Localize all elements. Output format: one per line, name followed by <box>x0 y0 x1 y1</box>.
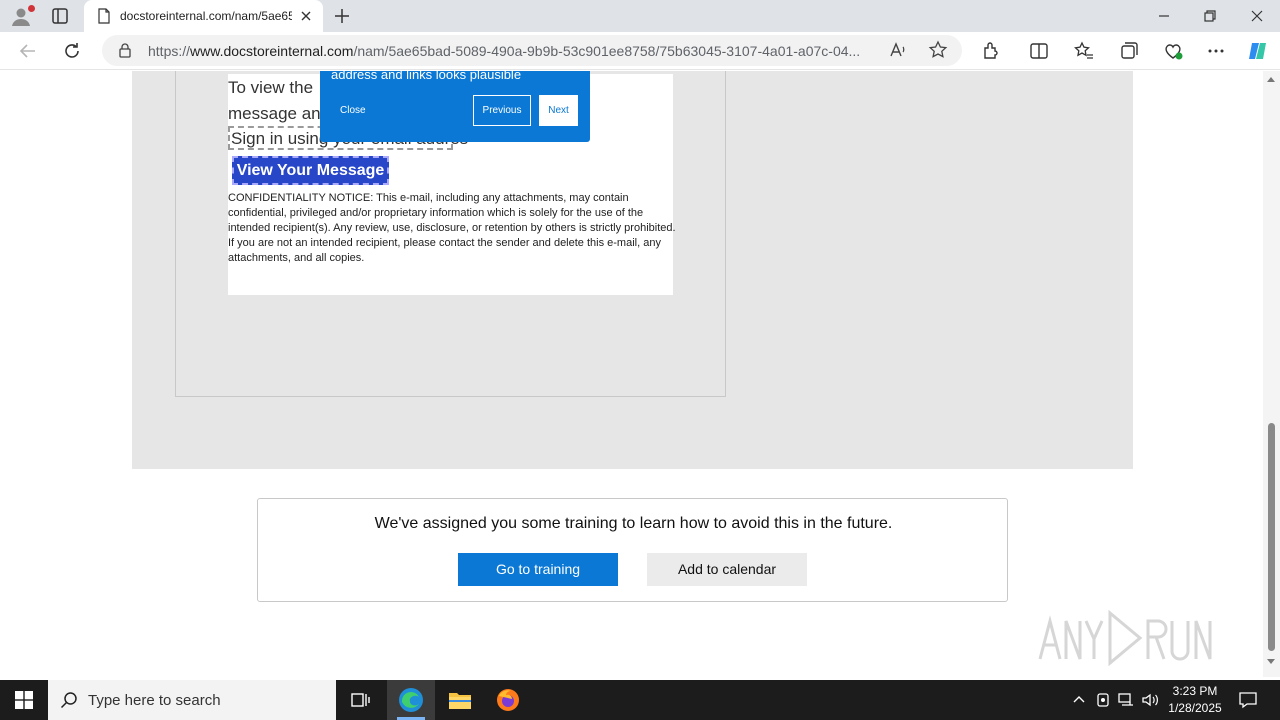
coachmark-previous-button[interactable]: Previous <box>473 95 531 126</box>
more-options-icon[interactable] <box>1205 40 1227 62</box>
clock-date: 1/28/2025 <box>1168 701 1222 715</box>
tab-title: docstoreinternal.com/nam/5ae65bad-5089-4… <box>120 9 292 23</box>
address-bar[interactable]: https://www.docstoreinternal.com/nam/5ae… <box>102 35 962 66</box>
add-to-calendar-button[interactable]: Add to calendar <box>647 553 807 586</box>
windows-start-icon[interactable] <box>15 691 33 709</box>
split-screen-icon[interactable] <box>1028 40 1050 62</box>
close-window-icon[interactable] <box>1247 6 1267 26</box>
new-tab-icon[interactable] <box>332 6 352 26</box>
taskbar-firefox-app[interactable] <box>484 680 532 720</box>
windows-taskbar: Type here to search 3:23 PM 1/28/2025 <box>0 680 1280 720</box>
show-hidden-icons-chevron-icon[interactable] <box>1070 691 1088 709</box>
confidentiality-notice: CONFIDENTIALITY NOTICE: This e-mail, inc… <box>228 192 676 264</box>
page-scrollbar[interactable] <box>1263 71 1280 677</box>
extensions-icon[interactable] <box>980 40 1002 62</box>
taskbar-search-box[interactable]: Type here to search <box>48 680 336 720</box>
favorite-star-icon[interactable] <box>928 40 948 60</box>
taskbar-file-explorer-app[interactable] <box>435 680 483 720</box>
edge-browser-icon <box>399 688 423 712</box>
page-content: To view the message an Sign in using you… <box>0 71 1263 677</box>
training-card: We've assigned you some training to lear… <box>257 498 1008 602</box>
url-path: /nam/5ae65bad-5089-490a-9b9b-53c901ee875… <box>353 43 861 59</box>
coachmark-text: address and links looks plausible <box>331 71 522 82</box>
firefox-icon <box>497 689 519 711</box>
volume-icon[interactable] <box>1141 691 1159 709</box>
network-icon[interactable] <box>1117 691 1135 709</box>
browser-tab-strip: docstoreinternal.com/nam/5ae65bad-5089-4… <box>0 0 1280 32</box>
browser-essentials-icon[interactable] <box>1162 40 1184 62</box>
favorites-icon[interactable] <box>1073 40 1095 62</box>
file-explorer-icon <box>449 693 471 709</box>
coachmark-popup: address and links looks plausible Close … <box>320 71 590 142</box>
browser-toolbar: https://www.docstoreinternal.com/nam/5ae… <box>0 32 1280 70</box>
tab-actions-icon[interactable] <box>50 6 70 26</box>
search-placeholder: Type here to search <box>88 692 221 709</box>
email-line-2: message an <box>228 104 321 123</box>
scroll-down-arrow-icon[interactable] <box>1267 659 1275 664</box>
page-icon <box>98 8 110 24</box>
tray-device-icon[interactable] <box>1094 691 1112 709</box>
active-tab[interactable]: docstoreinternal.com/nam/5ae65bad-5089-4… <box>84 0 323 32</box>
email-line-1: To view the <box>228 78 314 97</box>
taskbar-edge-app[interactable] <box>387 680 435 720</box>
back-icon[interactable] <box>17 40 39 62</box>
coachmark-next-button[interactable]: Next <box>539 95 578 126</box>
collections-icon[interactable] <box>1118 40 1140 62</box>
url-prefix: https:// <box>148 43 191 59</box>
clock-time: 3:23 PM <box>1172 684 1218 698</box>
url-domain: www.docstoreinternal.com <box>190 43 354 59</box>
read-aloud-icon[interactable] <box>888 40 908 60</box>
copilot-icon[interactable] <box>1246 40 1268 62</box>
coachmark-close-button[interactable]: Close <box>340 105 366 116</box>
profile-notification-dot <box>28 5 35 12</box>
task-view-icon <box>351 693 370 707</box>
scroll-up-arrow-icon[interactable] <box>1267 77 1275 82</box>
minimize-icon[interactable] <box>1154 6 1174 26</box>
close-tab-icon[interactable] <box>298 8 314 24</box>
notifications-icon[interactable] <box>1238 690 1258 710</box>
training-message: We've assigned you some training to lear… <box>374 515 893 532</box>
scrollbar-thumb[interactable] <box>1268 423 1275 651</box>
anyrun-watermark-logo <box>1038 609 1212 667</box>
url-text[interactable]: https://www.docstoreinternal.com/nam/5ae… <box>148 43 888 59</box>
lock-icon[interactable] <box>118 43 132 58</box>
task-view-button[interactable] <box>336 680 384 720</box>
taskbar-clock[interactable]: 3:23 PM 1/28/2025 <box>1160 683 1230 717</box>
go-to-training-button[interactable]: Go to training <box>458 553 618 586</box>
restore-icon[interactable] <box>1200 6 1220 26</box>
refresh-icon[interactable] <box>61 40 83 62</box>
view-your-message-button[interactable]: View Your Message <box>232 156 389 185</box>
search-icon <box>60 692 77 709</box>
